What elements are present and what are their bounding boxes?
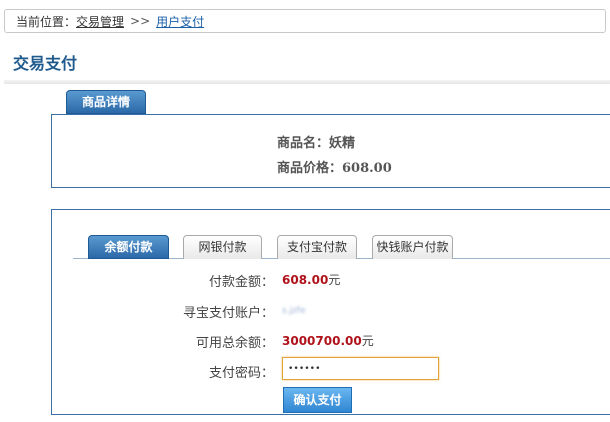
account-value: s.jzfe: [282, 306, 306, 316]
page-title: 交易支付: [13, 54, 78, 73]
balance-value-row: 3000700.00元: [282, 332, 374, 349]
balance-label: 可用总余额：: [195, 336, 274, 351]
product-price-label: 商品价格：: [277, 161, 343, 176]
tab-netbank-payment[interactable]: 网银付款: [183, 235, 262, 259]
confirm-payment-button[interactable]: 确认支付: [283, 387, 352, 413]
balance-value: 3000700.00: [282, 334, 362, 348]
breadcrumb: 当前位置： 交易管理 >> 用户支付: [4, 9, 606, 33]
tab-balance-payment[interactable]: 余额付款: [88, 235, 169, 259]
amount-value: 608.00: [282, 273, 329, 287]
amount-unit: 元: [328, 273, 341, 287]
breadcrumb-link-trade-management[interactable]: 交易管理: [76, 13, 124, 30]
tab-alipay-payment[interactable]: 支付宝付款: [277, 235, 357, 259]
amount-value-row: 608.00元: [282, 271, 340, 288]
account-value-row: s.jzfe: [282, 302, 305, 316]
amount-label: 付款金额：: [208, 275, 274, 290]
breadcrumb-separator: >>: [130, 14, 151, 28]
product-details-panel: 商品名：妖精 商品价格：608.00: [51, 114, 610, 188]
product-name-row: 商品名：妖精: [277, 132, 355, 151]
product-price-row: 商品价格：608.00: [277, 157, 392, 176]
breadcrumb-link-user-payment[interactable]: 用户支付: [156, 13, 204, 30]
password-input[interactable]: [282, 357, 439, 380]
breadcrumb-prefix: 当前位置：: [16, 14, 77, 29]
tab-quick-money-payment[interactable]: 快钱账户付款: [372, 235, 453, 259]
product-price-value: 608.00: [342, 161, 392, 176]
balance-unit: 元: [361, 334, 374, 348]
product-name-label: 商品名：: [277, 136, 330, 151]
product-name-value: 妖精: [329, 136, 356, 151]
title-divider: [4, 80, 610, 84]
password-label: 支付密码：: [208, 366, 274, 381]
account-label: 寻宝支付账户：: [182, 306, 274, 321]
tab-product-details[interactable]: 商品详情: [66, 90, 146, 114]
